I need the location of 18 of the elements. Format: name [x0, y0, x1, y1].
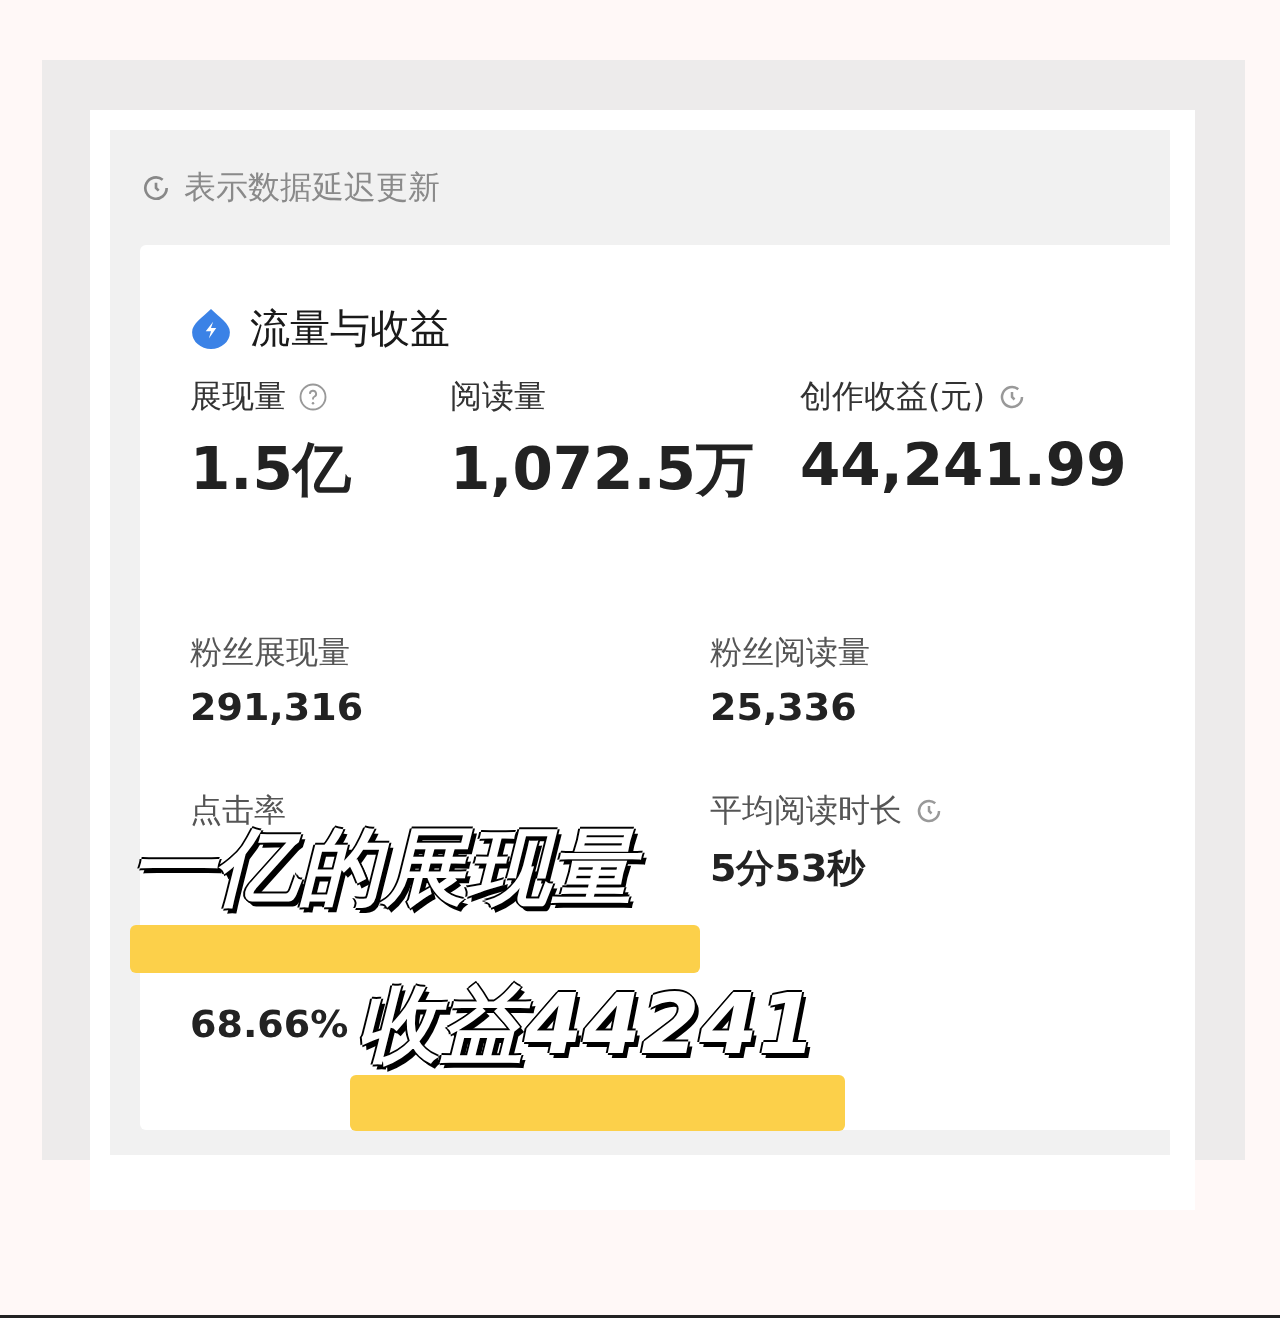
metric-value: 68.66% — [190, 1002, 349, 1046]
metric-value: 291,316 — [190, 685, 364, 729]
metric-value: 5分53秒 — [710, 845, 866, 892]
metric-label: 展现量 — [190, 376, 286, 417]
metric-value: 44,241.99 — [800, 431, 1127, 499]
metric-label: 阅读量 — [450, 376, 546, 417]
section-title: 流量与收益 — [250, 303, 450, 353]
metric-value: 1,072.5万 — [450, 434, 754, 505]
lightning-drop-icon — [190, 307, 232, 349]
metric-value: 25,336 — [710, 685, 857, 729]
help-icon[interactable] — [298, 382, 328, 412]
metric-label: 创作收益(元) — [800, 376, 985, 417]
metric-value: 1.5亿 — [190, 434, 351, 505]
metric-label: 粉丝阅读量 — [710, 632, 870, 673]
metric-label: 粉丝展现量 — [190, 632, 350, 673]
metric-label: 平均阅读时长 — [710, 790, 902, 831]
caption-text: 收益44241 — [355, 974, 818, 1075]
notice-text: 表示数据延迟更新 — [184, 166, 440, 208]
